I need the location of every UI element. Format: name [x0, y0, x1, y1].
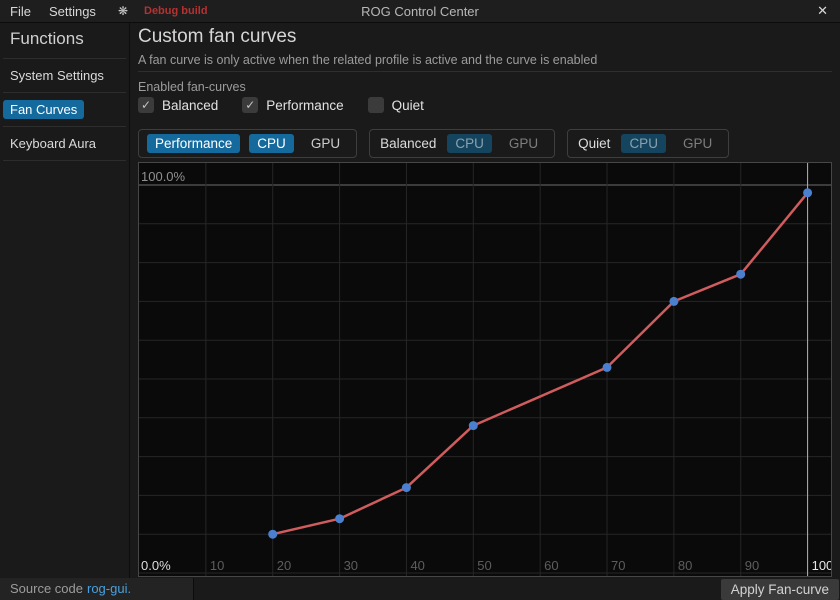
- tab-performance-cpu[interactable]: CPU: [249, 134, 294, 153]
- checkbox-performance[interactable]: ✓ Performance: [242, 97, 343, 113]
- curve-point-30[interactable]: [335, 514, 344, 523]
- tab-performance-gpu[interactable]: GPU: [303, 134, 348, 153]
- enabled-fan-curves-label: Enabled fan-curves: [138, 80, 246, 94]
- close-icon[interactable]: ✕: [814, 0, 831, 22]
- source-code-link[interactable]: rog-gui.: [87, 581, 131, 596]
- sidebar-item-label: System Settings: [10, 68, 104, 83]
- sidebar-heading: Functions: [0, 23, 129, 58]
- x-tick-label-80: 80: [678, 558, 692, 573]
- y-axis-label-top: 100.0%: [141, 169, 186, 184]
- menu-settings[interactable]: Settings: [49, 4, 96, 19]
- debug-build-label: Debug build: [144, 5, 208, 17]
- curve-point-70[interactable]: [603, 363, 612, 372]
- x-tick-label-20: 20: [277, 558, 291, 573]
- checkbox-balanced[interactable]: ✓ Balanced: [138, 97, 218, 113]
- x-tick-label-30: 30: [344, 558, 358, 573]
- menu-file[interactable]: File: [10, 4, 31, 19]
- tab-group-balanced: Balanced CPU GPU: [369, 129, 555, 158]
- checkbox-label: Balanced: [162, 98, 218, 113]
- enabled-fan-curves-checkboxes: ✓ Balanced ✓ Performance Quiet: [138, 97, 424, 113]
- sidebar-item-label: Fan Curves: [3, 100, 84, 119]
- x-tick-label-100: 100: [812, 558, 831, 573]
- checkbox-checked-icon[interactable]: ✓: [138, 97, 154, 113]
- divider: [3, 160, 126, 161]
- tab-quiet-gpu[interactable]: GPU: [675, 134, 720, 153]
- curve-point-90[interactable]: [736, 270, 745, 279]
- theme-toggle-icon[interactable]: ❋: [118, 4, 128, 18]
- x-tick-label-90: 90: [745, 558, 759, 573]
- x-tick-label-60: 60: [544, 558, 558, 573]
- tab-balanced[interactable]: Balanced: [378, 134, 438, 153]
- source-code-box: Source code rog-gui.: [0, 578, 194, 600]
- sidebar-item-keyboard-aura[interactable]: Keyboard Aura: [0, 127, 129, 160]
- checkbox-quiet[interactable]: Quiet: [368, 97, 424, 113]
- y-axis-label-bottom: 0.0%: [141, 558, 171, 573]
- x-tick-label-70: 70: [611, 558, 625, 573]
- curve-point-20[interactable]: [268, 530, 277, 539]
- divider: [138, 71, 832, 72]
- profile-tabs-row: Performance CPU GPU Balanced CPU GPU Quiet CPU G…: [138, 129, 729, 158]
- curve-point-40[interactable]: [402, 483, 411, 492]
- curve-point-50[interactable]: [469, 421, 478, 430]
- checkbox-unchecked-icon[interactable]: [368, 97, 384, 113]
- titlebar: File Settings ❋ Debug build ROG Control …: [0, 0, 840, 23]
- tab-performance[interactable]: Performance: [147, 134, 240, 153]
- checkbox-label: Quiet: [392, 98, 424, 113]
- page-subtitle: A fan curve is only active when the rela…: [138, 53, 597, 67]
- tab-group-quiet: Quiet CPU GPU: [567, 129, 729, 158]
- sidebar-item-fan-curves[interactable]: Fan Curves: [0, 93, 129, 126]
- page-title: Custom fan curves: [138, 26, 296, 48]
- tab-balanced-cpu[interactable]: CPU: [447, 134, 492, 153]
- checkbox-label: Performance: [266, 98, 343, 113]
- checkbox-checked-icon[interactable]: ✓: [242, 97, 258, 113]
- tab-quiet-cpu[interactable]: CPU: [621, 134, 666, 153]
- tab-balanced-gpu[interactable]: GPU: [501, 134, 546, 153]
- curve-point-80[interactable]: [669, 297, 678, 306]
- apply-fan-curve-button[interactable]: Apply Fan-curve: [721, 579, 839, 600]
- fan-curve-chart[interactable]: 10 20 30 40 50 60 70 80 90 100 100.0% 0.0%: [138, 162, 832, 577]
- x-tick-label-50: 50: [477, 558, 491, 573]
- tab-quiet[interactable]: Quiet: [576, 134, 612, 153]
- curve-point-100[interactable]: [803, 188, 812, 197]
- source-code-label: Source code: [10, 581, 83, 596]
- sidebar-item-label: Keyboard Aura: [10, 136, 96, 151]
- sidebar-item-system-settings[interactable]: System Settings: [0, 59, 129, 92]
- tab-group-performance: Performance CPU GPU: [138, 129, 357, 158]
- footer: Source code rog-gui. Apply Fan-curve: [0, 578, 840, 600]
- x-tick-label-10: 10: [210, 558, 224, 573]
- x-tick-label-40: 40: [410, 558, 424, 573]
- sidebar: Functions System Settings Fan Curves Keybo…: [0, 23, 130, 578]
- fan-curve-plot[interactable]: 10 20 30 40 50 60 70 80 90 100 100.0% 0.0%: [139, 163, 831, 576]
